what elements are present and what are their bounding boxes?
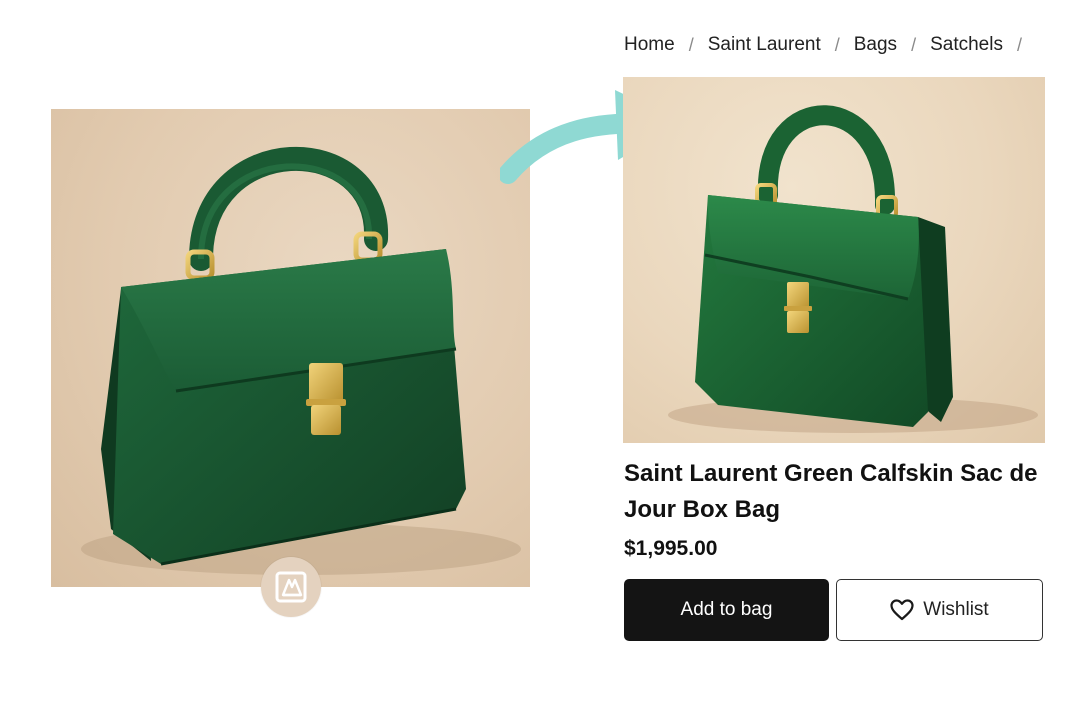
source-product-image [51, 109, 530, 587]
breadcrumb-item-brand[interactable]: Saint Laurent [708, 34, 821, 56]
visual-search-badge[interactable] [261, 557, 321, 617]
breadcrumb: Home / Saint Laurent / Bags / Satchels / [624, 32, 1036, 58]
handbag-illustration-left [81, 146, 521, 575]
add-to-bag-button[interactable]: Add to bag [624, 579, 829, 641]
breadcrumb-item-home[interactable]: Home [624, 34, 675, 56]
breadcrumb-separator: / [834, 34, 840, 55]
handbag-illustration-right [668, 105, 1038, 433]
visual-search-icon [275, 571, 307, 603]
breadcrumb-item-satchels[interactable]: Satchels [930, 34, 1003, 56]
breadcrumb-item-bags[interactable]: Bags [854, 34, 897, 56]
wishlist-button[interactable]: Wishlist [836, 579, 1043, 641]
product-price: $1,995.00 [624, 537, 718, 560]
heart-icon [890, 599, 914, 621]
breadcrumb-separator: / [911, 34, 917, 55]
add-to-bag-label: Add to bag [680, 599, 773, 620]
breadcrumb-separator: / [688, 34, 694, 55]
wishlist-label: Wishlist [923, 599, 989, 620]
product-image[interactable] [623, 77, 1045, 443]
product-title: Saint Laurent Green Calfskin Sac de Jour… [624, 460, 1038, 523]
breadcrumb-separator: / [1016, 34, 1022, 55]
